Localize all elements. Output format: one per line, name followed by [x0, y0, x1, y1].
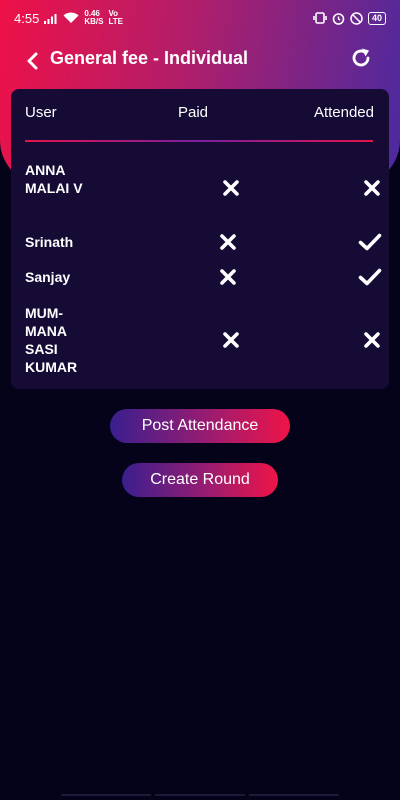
- column-header-attended: Attended: [313, 104, 374, 121]
- column-header-user: User: [25, 104, 57, 121]
- user-name: MUM-MANA SASI KUMAR: [25, 305, 78, 375]
- user-name: Sanjay: [25, 269, 71, 285]
- nav-segment: [249, 794, 339, 796]
- cross-icon: [223, 332, 239, 348]
- user-name: ANNA MALAI V: [25, 162, 83, 196]
- status-bar: 4:55 0.46 KB/S Vo LTE 40: [0, 0, 400, 36]
- attendance-table-card: User Paid Attended ANNA MALAI V Srinath …: [11, 89, 389, 389]
- table-row: Sanjay: [11, 268, 389, 288]
- navigation-hint: [0, 790, 400, 800]
- status-time: 4:55: [14, 10, 40, 26]
- status-right: 40: [313, 11, 386, 25]
- user-name: Srinath: [25, 234, 74, 250]
- table-row: Srinath: [11, 233, 389, 253]
- app-toolbar: General fee - Individual: [0, 40, 400, 80]
- nav-segment: [61, 794, 151, 796]
- check-icon: [358, 233, 382, 251]
- paid-status-icon: [221, 330, 241, 350]
- cross-icon: [220, 234, 236, 250]
- cross-icon: [223, 180, 239, 196]
- vibrate-icon: [313, 12, 327, 24]
- wifi-icon: [63, 12, 79, 23]
- column-header-paid: Paid: [178, 104, 209, 121]
- page-title: General fee - Individual: [50, 48, 249, 68]
- cross-icon: [364, 332, 380, 348]
- create-round-button[interactable]: Create Round: [122, 463, 278, 497]
- alarm-icon: [332, 12, 345, 25]
- post-attendance-button[interactable]: Post Attendance: [110, 409, 290, 443]
- signal-icon: [44, 13, 57, 24]
- status-left: 4:55 0.46 KB/S Vo LTE: [14, 10, 123, 26]
- network-type: Vo LTE: [108, 10, 123, 26]
- check-icon: [358, 268, 382, 286]
- mute-icon: [350, 11, 363, 25]
- paid-status-icon: [221, 178, 241, 198]
- table-row: ANNA MALAI V: [11, 161, 389, 215]
- paid-status-icon: [218, 232, 238, 252]
- table-header: User Paid Attended: [11, 89, 389, 139]
- cross-icon: [364, 180, 380, 196]
- attended-status-icon: [362, 330, 382, 350]
- back-icon[interactable]: [22, 50, 44, 72]
- attended-status-icon: [362, 178, 382, 198]
- net-speed-unit: KB/S: [84, 17, 104, 26]
- nav-segment: [155, 794, 245, 796]
- header-divider: [25, 140, 373, 142]
- paid-status-icon: [218, 267, 238, 287]
- net-speed: 0.46 KB/S: [84, 10, 103, 26]
- table-row: MUM-MANA SASI KUMAR: [11, 304, 389, 376]
- attended-status-icon: [358, 267, 382, 287]
- attended-status-icon: [358, 232, 382, 252]
- cross-icon: [220, 269, 236, 285]
- refresh-icon[interactable]: [349, 46, 373, 70]
- battery-icon: 40: [367, 11, 386, 25]
- lte-label: LTE: [108, 17, 123, 26]
